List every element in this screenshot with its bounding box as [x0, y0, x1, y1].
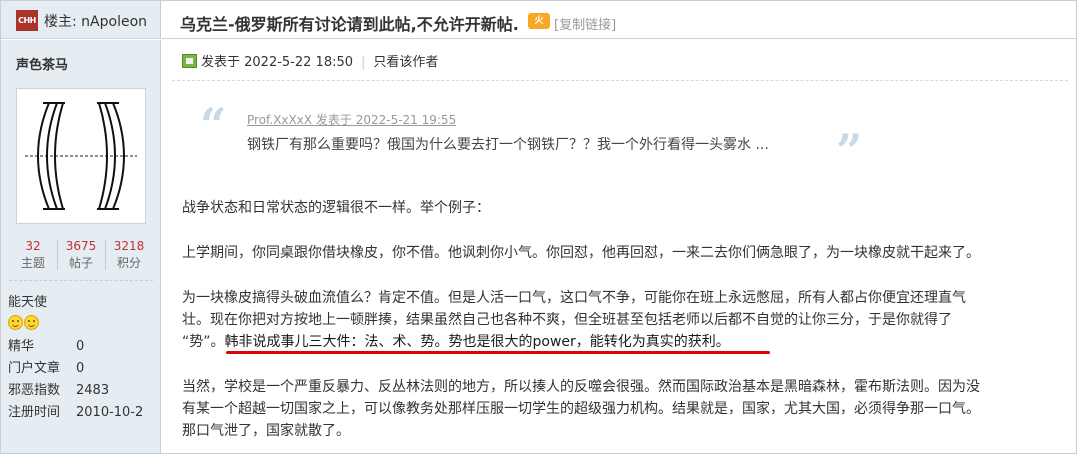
- post-paragraph-line: 当然，学校是一个严重反暴力、反丛林法则的地方，所以揍人的反噬会很强。然而国际政治…: [182, 379, 980, 395]
- info-key: 门户文章: [8, 361, 61, 376]
- info-row-evil-index: 邪恶指数 2483: [8, 381, 109, 401]
- avatar-image: [25, 102, 137, 210]
- post-paragraph-line: 为一块橡皮搞得头破血流值么？肯定不值。但是人活一口气，这口气不争，可能你在班上永…: [182, 290, 966, 306]
- info-value: 2483: [76, 383, 110, 398]
- info-value: 0: [76, 361, 85, 376]
- post-date: 发表于 2022-5-22 18:50: [201, 55, 354, 70]
- open-quote-icon: “: [200, 98, 227, 152]
- stat-value: 32: [25, 239, 41, 253]
- author-name[interactable]: 声色茶马: [16, 54, 68, 73]
- text-segment: “势”。: [182, 334, 225, 350]
- thread-header: 乌克兰-俄罗斯所有讨论请到此帖,不允许开新帖. 火 [复制链接]: [162, 1, 1076, 39]
- stat-value: 3218: [113, 239, 145, 253]
- smiley-icon: [24, 315, 39, 330]
- post-meta-divider: [172, 80, 1068, 81]
- info-key: 注册时间: [8, 405, 61, 420]
- author-rank[interactable]: 能天使: [8, 291, 47, 310]
- copy-link-button[interactable]: [复制链接]: [554, 14, 616, 33]
- info-row-articles: 门户文章 0: [8, 359, 84, 379]
- author-stats: 32 主题 3675 帖子 3218 积分: [9, 238, 153, 274]
- rank-stars: [8, 315, 40, 331]
- info-row-register-date: 注册时间 2010-10-2: [8, 403, 143, 423]
- red-underline-annotation: [226, 351, 770, 354]
- post-meta: 发表于 2022-5-22 18:50 | 只看该作者: [182, 54, 438, 72]
- only-author-link[interactable]: 只看该作者: [373, 55, 438, 70]
- info-value: 0: [76, 339, 85, 354]
- post-paragraph: 上学期间，你同桌跟你借块橡皮，你不借。他讽刺你小气。你回怼，他再回怼，一来二去你…: [182, 245, 980, 261]
- author-sidebar: 声色茶马 32 主题 3675 帖子 3218 积分 能天使 精华 0 门户文章…: [1, 40, 161, 453]
- post-paragraph-line: “势”。韩非说成事儿三大件：法、术、势。势也是很大的power，能转化为真实的获…: [182, 331, 730, 353]
- avatar[interactable]: [16, 88, 146, 224]
- op-header: CHH 楼主: nApoleon: [1, 1, 161, 39]
- post-paragraph: 战争状态和日常状态的逻辑很不一样。举个例子：: [182, 200, 490, 216]
- stat-label: 帖子: [68, 256, 93, 270]
- info-key: 邪恶指数: [8, 383, 61, 398]
- online-status-icon: [182, 54, 197, 68]
- sidebar-divider: [9, 280, 153, 281]
- thread-title: 乌克兰-俄罗斯所有讨论请到此帖,不允许开新帖.: [180, 15, 519, 34]
- quote-block: “ Prof.XxXxX 发表于 2022-5-21 19:55 钢铁厂有那么重…: [200, 98, 870, 174]
- post-paragraph-line: 壮。现在你把对方按地上一顿胖揍，结果虽然自己也各种不爽，但全班甚至包括老师以后都…: [182, 312, 952, 328]
- stat-label: 积分: [116, 256, 141, 270]
- stat-points[interactable]: 3218 积分: [105, 238, 153, 272]
- hot-thread-icon: 火: [528, 13, 550, 29]
- op-site-icon: CHH: [16, 10, 38, 31]
- quote-text: 钢铁厂有那么重要吗？俄国为什么要去打一个钢铁厂？？我一个外行看得一头雾水 ...: [247, 137, 769, 153]
- post-paragraph-line: 有某一个超越一切国家之上，可以像教务处那样压服一切学生的超级强力机构。结果就是，…: [182, 401, 980, 417]
- quote-author-link[interactable]: Prof.XxXxX 发表于 2022-5-21 19:55: [247, 111, 456, 128]
- stat-label: 主题: [20, 256, 45, 270]
- info-value: 2010-10-2: [76, 405, 144, 420]
- smiley-icon: [8, 315, 23, 330]
- close-quote-icon: ”: [836, 124, 863, 178]
- info-key: 精华: [8, 339, 35, 354]
- stat-threads[interactable]: 32 主题: [9, 238, 57, 272]
- stat-posts[interactable]: 3675 帖子: [57, 238, 105, 272]
- stat-value: 3675: [65, 239, 97, 253]
- highlighted-text: 韩非说成事儿三大件：法、术、势。势也是很大的power，能转化为真实的获利。: [224, 334, 730, 350]
- info-row-digest: 精华 0: [8, 337, 84, 357]
- post-paragraph-line: 那口气泄了，国家就散了。: [182, 423, 350, 439]
- meta-separator: |: [361, 55, 366, 70]
- op-label[interactable]: 楼主: nApoleon: [44, 11, 147, 31]
